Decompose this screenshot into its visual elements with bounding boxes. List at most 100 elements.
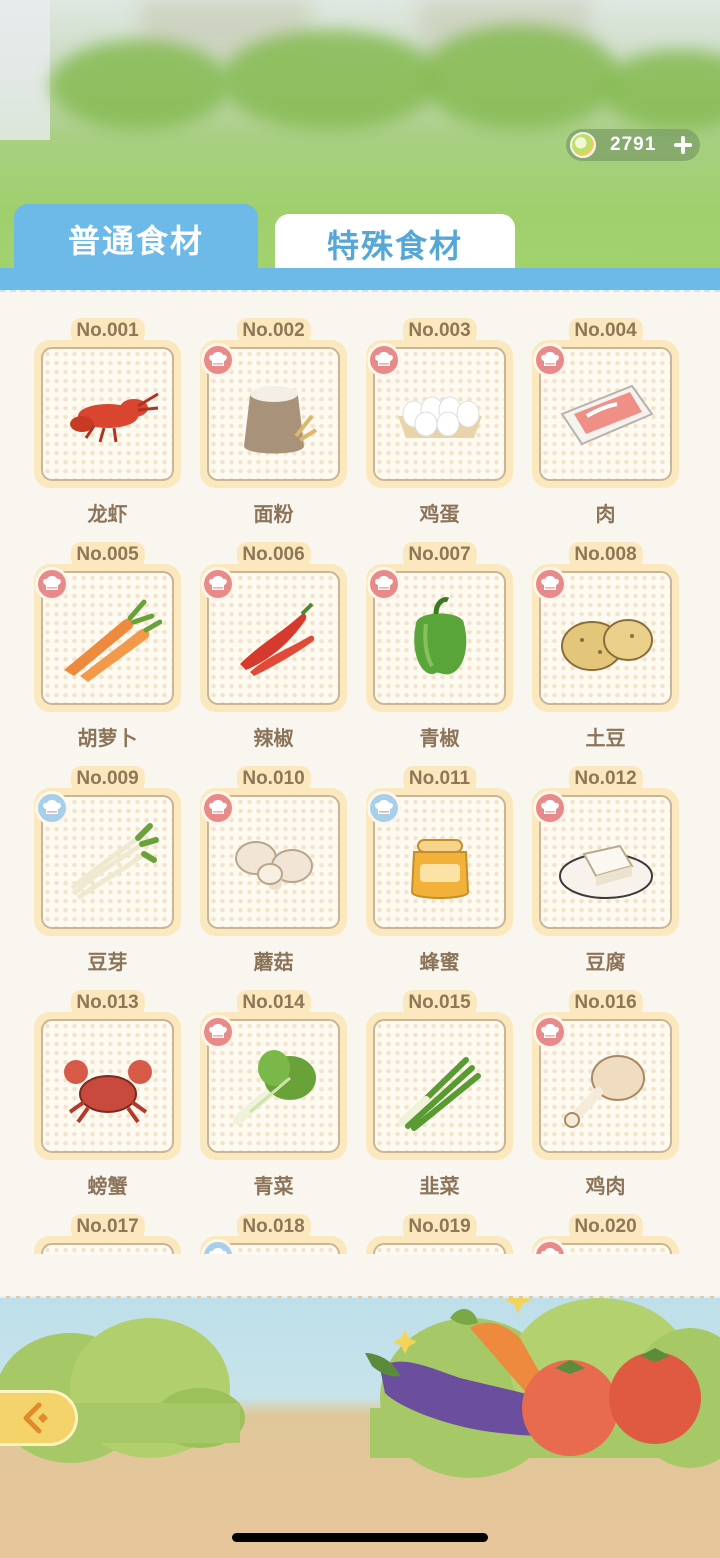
ingredient-number: No.015	[402, 990, 477, 1016]
ingredient-number: No.001	[70, 318, 145, 344]
ingredient-card[interactable]: No.006 辣椒	[200, 542, 347, 766]
ingredient-name: 肉	[595, 502, 616, 526]
ingredient-card[interactable]: No.007 青椒	[366, 542, 513, 766]
ingredient-image-area	[373, 1019, 506, 1153]
ingredient-name: 土豆	[585, 726, 626, 750]
ingredient-card[interactable]: No.005 胡萝卜	[34, 542, 181, 766]
blurred-bush	[600, 50, 720, 130]
vegetable-scenery	[0, 1286, 720, 1478]
ingredient-number: No.003	[402, 318, 477, 344]
potato-icon	[560, 619, 653, 671]
blurred-bush	[220, 30, 440, 130]
ingredient-name: 青椒	[419, 726, 460, 750]
ingredient-card[interactable]: No.016 鸡肉	[532, 990, 679, 1214]
ingredient-card[interactable]: No.012 豆腐	[532, 766, 679, 990]
ingredient-number: No.016	[568, 990, 643, 1016]
tab-normal-ingredients[interactable]: 普通食材	[14, 204, 258, 274]
blurred-bush	[420, 25, 620, 130]
ingredient-name: 蜂蜜	[419, 950, 460, 974]
ingredient-card[interactable]: No.001 龙虾	[34, 318, 181, 542]
tab-special-ingredients[interactable]: 特殊食材	[275, 214, 515, 274]
ingredient-card[interactable]: No.011 蜂蜜	[366, 766, 513, 990]
ingredient-card[interactable]: No.017	[34, 1214, 181, 1254]
ingredient-card[interactable]: No.020	[532, 1214, 679, 1254]
ingredient-number: No.012	[568, 766, 643, 792]
ingredient-name: 螃蟹	[87, 1174, 128, 1198]
ingredient-number: No.009	[70, 766, 145, 792]
chef-hat-icon	[533, 343, 567, 377]
chef-hat-icon	[367, 567, 401, 601]
chef-hat-icon	[35, 567, 69, 601]
ingredient-card[interactable]: No.018	[200, 1214, 347, 1254]
ingredient-image-area	[41, 1243, 174, 1254]
ingredient-number: No.006	[236, 542, 311, 568]
ingredient-name: 豆腐	[585, 950, 626, 974]
ingredient-card[interactable]: No.013 螃蟹	[34, 990, 181, 1214]
ingredient-number: No.008	[568, 542, 643, 568]
ingredient-grid-scroll[interactable]: No.001 龙虾 No.002 面粉 No.003 鸡蛋 No.004 肉 No.005 胡萝卜…	[0, 316, 720, 1254]
chef-hat-icon	[201, 791, 235, 825]
ingredient-card[interactable]: No.008 土豆	[532, 542, 679, 766]
tofu-icon	[558, 844, 653, 899]
ingredient-name: 鸡蛋	[419, 502, 460, 526]
chef-hat-icon	[367, 791, 401, 825]
leaf-coin-icon	[570, 132, 596, 158]
ingredient-card[interactable]: No.014 青菜	[200, 990, 347, 1214]
ingredient-name: 蘑菇	[253, 950, 294, 974]
ingredient-name: 胡萝卜	[77, 726, 138, 750]
ingredient-grid: No.001 龙虾 No.002 面粉 No.003 鸡蛋 No.004 肉 No.005 胡萝卜…	[34, 318, 694, 1254]
ingredient-card[interactable]: No.019	[366, 1214, 513, 1254]
currency-value: 2791	[610, 134, 657, 155]
ingredient-name: 豆芽	[87, 950, 128, 974]
ingredient-number: No.017	[70, 1214, 145, 1240]
ingredient-card[interactable]: No.009 豆芽	[34, 766, 181, 990]
chives-icon	[397, 1057, 481, 1131]
ingredient-card[interactable]: No.003 鸡蛋	[366, 318, 513, 542]
ingredient-number: No.019	[402, 1214, 477, 1240]
ingredient-image-area	[41, 1019, 174, 1153]
blurred-bush	[50, 40, 230, 130]
blurred-building	[0, 0, 50, 140]
back-button[interactable]	[0, 1390, 78, 1446]
lobster-icon	[69, 392, 159, 443]
home-indicator	[232, 1533, 488, 1542]
mushroom-icon	[234, 841, 313, 890]
chef-hat-icon	[367, 343, 401, 377]
ingredient-number: No.010	[236, 766, 311, 792]
ingredient-name: 面粉	[253, 502, 294, 526]
ingredient-name: 辣椒	[253, 726, 294, 750]
flour-sack-icon	[243, 386, 317, 454]
drumstick-icon	[563, 1055, 645, 1128]
ingredient-number: No.002	[236, 318, 311, 344]
crab-icon	[63, 1060, 152, 1124]
tab-label: 特殊食材	[326, 227, 463, 265]
chef-hat-icon	[533, 1015, 567, 1049]
ingredient-number: No.005	[70, 542, 145, 568]
ingredient-card[interactable]: No.002 面粉	[200, 318, 347, 542]
currency-counter: 2791	[566, 129, 700, 161]
eggs-icon	[397, 396, 482, 438]
plus-icon[interactable]	[672, 134, 694, 156]
chili-icon	[239, 602, 314, 676]
ingredient-frame	[34, 340, 181, 488]
ingredient-number: No.007	[402, 542, 477, 568]
ingredient-card[interactable]: No.015 韭菜	[366, 990, 513, 1214]
ingredient-image-area	[373, 1243, 506, 1254]
bean-sprout-icon	[69, 823, 159, 901]
ingredient-name: 韭菜	[419, 1174, 460, 1198]
ingredient-card[interactable]: No.010 蘑菇	[200, 766, 347, 990]
ingredient-name: 青菜	[253, 1174, 294, 1198]
chef-hat-icon	[35, 791, 69, 825]
chef-hat-icon	[201, 567, 235, 601]
ingredient-image-area	[41, 347, 174, 481]
ingredient-number: No.018	[236, 1214, 311, 1240]
bottom-scenery	[0, 1286, 720, 1558]
ingredient-card[interactable]: No.004 肉	[532, 318, 679, 542]
green-pepper-icon	[413, 597, 466, 675]
meat-tray-icon	[559, 384, 654, 446]
tab-strip	[0, 268, 720, 292]
ingredient-name: 鸡肉	[585, 1174, 626, 1198]
ingredient-frame	[34, 1012, 181, 1160]
chef-hat-icon	[201, 1015, 235, 1049]
ingredient-name: 龙虾	[87, 502, 128, 526]
